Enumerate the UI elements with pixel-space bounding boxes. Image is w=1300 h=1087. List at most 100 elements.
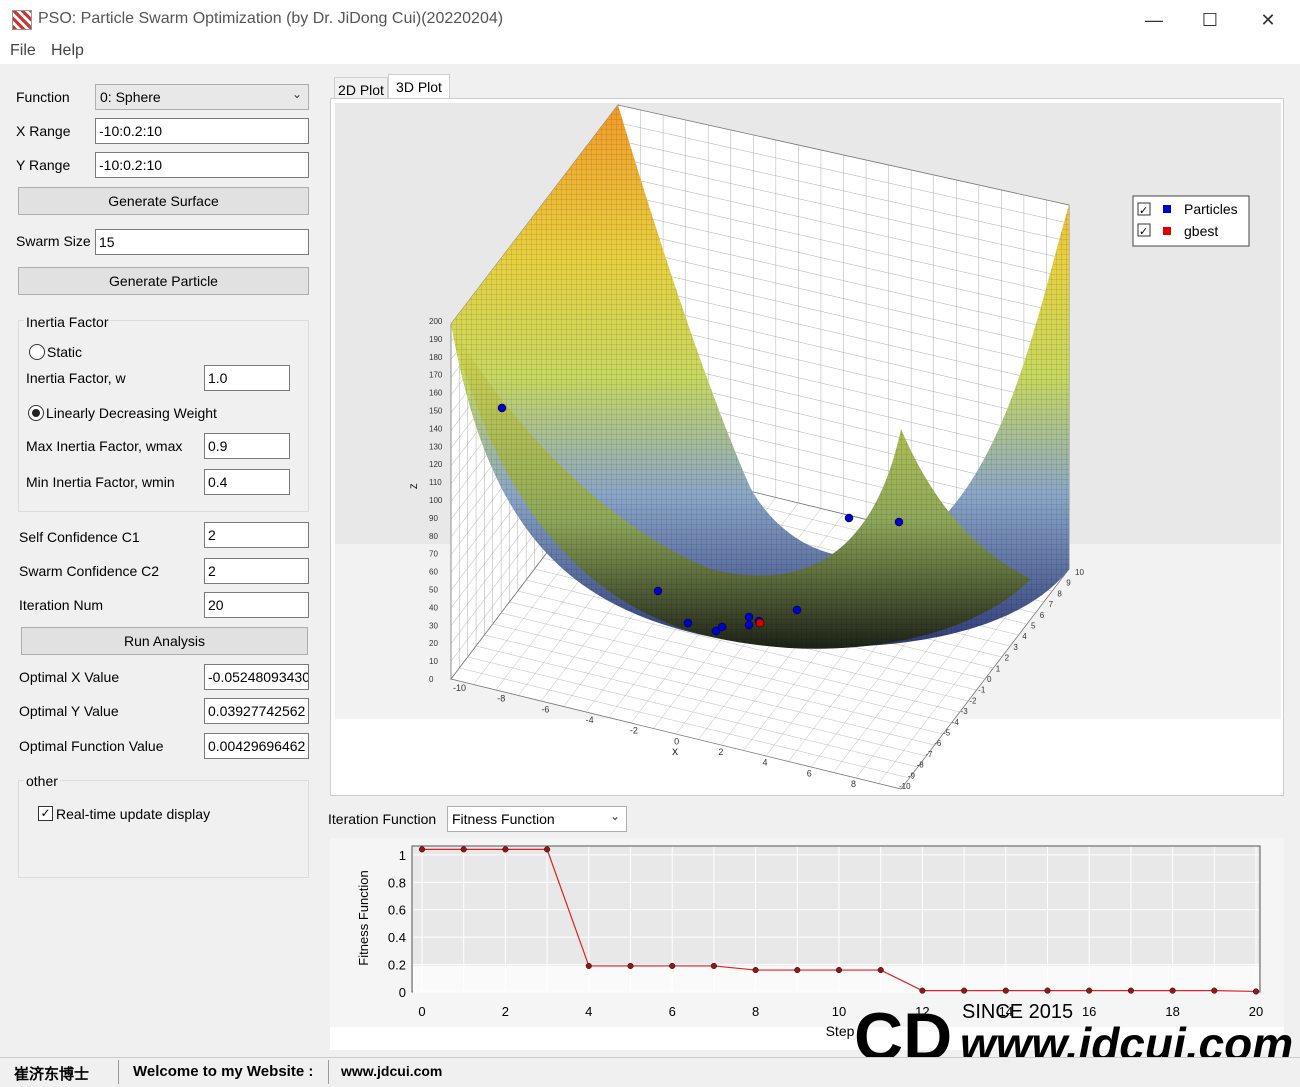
y-axis-label: Fitness Function [356, 870, 371, 965]
menu-bar: File Help [0, 40, 1300, 64]
z-tick-label: 40 [429, 603, 438, 612]
status-author-name: 崔济东博士 [14, 1066, 90, 1083]
particle-point [844, 513, 854, 523]
z-tick-label: 80 [429, 532, 438, 541]
fitness-point [669, 962, 676, 969]
optimal-x-output: -0.05248093430 [204, 664, 309, 690]
z-tick-label: 20 [429, 639, 438, 648]
yrange-label: Y Range [16, 157, 71, 173]
z-tick-label: 10 [429, 657, 438, 666]
plot-3d-panel: 0 10 20 30 40 50 60 70 80 90 100 110 120 130 140 150 160… [330, 98, 1284, 796]
title-bar: PSO: Particle Swarm Optimization (by Dr.… [0, 0, 1300, 40]
x-tick-label: -2 [630, 726, 638, 736]
y-tick-label: 3 [1013, 643, 1018, 652]
legend[interactable]: ✓ Particles ✓ gbest [1132, 195, 1250, 247]
y-tick-label: -10 [899, 782, 911, 791]
close-button[interactable]: ✕ [1248, 6, 1288, 34]
realtime-label: Real-time update display [56, 806, 211, 822]
z-tick-label: 50 [429, 586, 438, 595]
wmin-label: Min Inertia Factor, wmin [26, 474, 175, 490]
generate-surface-button[interactable]: Generate Surface [18, 187, 309, 215]
y-tick-label: -5 [943, 729, 951, 738]
y-tick-label: -6 [934, 739, 942, 748]
realtime-checkbox[interactable]: ✓ [38, 806, 53, 821]
particle-point [717, 622, 727, 632]
iteration-function-select[interactable]: Fitness Function ⌄ [447, 806, 627, 832]
static-radio[interactable] [29, 344, 45, 360]
particle-point [497, 403, 507, 413]
particle-point [653, 586, 663, 596]
x-tick-label: 6 [669, 1004, 676, 1019]
z-tick-label: 100 [429, 496, 443, 505]
optimal-y-output: 0.03927742562 [204, 698, 309, 724]
optimal-y-label: Optimal Y Value [19, 703, 119, 719]
swarm-size-label: Swarm Size [16, 233, 91, 249]
y-tick-label: 0.4 [388, 930, 406, 945]
y-tick-label: -2 [969, 696, 977, 705]
y-tick-label: 1 [996, 664, 1001, 673]
z-tick-label: 130 [429, 442, 443, 451]
status-website-link[interactable]: www.jdcui.com [341, 1063, 442, 1079]
particle-point [744, 612, 754, 622]
xrange-input[interactable]: -10:0.2:10 [95, 118, 309, 144]
x-tick-label: 2 [502, 1004, 509, 1019]
menu-file[interactable]: File [10, 42, 36, 60]
optimal-f-output: 0.00429696462 [204, 733, 309, 759]
iteration-function-label: Iteration Function [328, 811, 437, 827]
linear-decreasing-label: Linearly Decreasing Weight [46, 405, 217, 421]
fitness-point [752, 967, 759, 974]
function-select[interactable]: 0: Sphere ⌄ [95, 84, 309, 110]
particle-point [744, 620, 754, 630]
x-tick-label: -10 [453, 683, 466, 693]
c2-input[interactable]: 2 [204, 558, 309, 584]
y-tick-label: -9 [908, 771, 916, 780]
generate-particle-button[interactable]: Generate Particle [18, 267, 309, 295]
swarm-size-input[interactable]: 15 [95, 229, 309, 255]
other-group-title: other [24, 773, 60, 789]
linear-decreasing-radio[interactable] [28, 405, 44, 421]
wmax-input[interactable]: 0.9 [204, 433, 290, 459]
fitness-point [877, 967, 884, 974]
legend-gbest-label: gbest [1184, 223, 1218, 239]
z-tick-label: 60 [429, 568, 438, 577]
fitness-point [627, 962, 634, 969]
inertia-w-label: Inertia Factor, w [26, 370, 126, 386]
iteration-function-value: Fitness Function [452, 811, 555, 827]
x-tick-label: 0 [674, 736, 679, 746]
check-icon: ✓ [1139, 205, 1148, 217]
y-tick-label: 5 [1031, 622, 1036, 631]
z-tick-label: 200 [429, 317, 443, 326]
y-tick-label: 0.8 [388, 875, 406, 890]
wmin-input[interactable]: 0.4 [204, 469, 290, 495]
iteration-num-input[interactable]: 20 [204, 592, 309, 618]
app-icon [12, 10, 32, 30]
wmax-label: Max Inertia Factor, wmax [26, 438, 183, 454]
fitness-point [544, 846, 551, 853]
legend-particles-label: Particles [1184, 201, 1238, 217]
legend-gbest-swatch [1163, 227, 1171, 235]
y-tick-label: -8 [917, 761, 925, 770]
x-tick-label: 6 [807, 768, 812, 778]
function-label: Function [16, 89, 70, 105]
status-separator [118, 1060, 119, 1084]
y-tick-label: 0.2 [388, 958, 406, 973]
minimize-button[interactable]: — [1134, 6, 1174, 34]
c1-input[interactable]: 2 [204, 522, 309, 548]
inertia-w-input[interactable]: 1.0 [204, 365, 290, 391]
y-tick-label: 0 [987, 675, 992, 684]
y-tick-label: 0.6 [388, 903, 406, 918]
fitness-point [710, 962, 717, 969]
run-analysis-button[interactable]: Run Analysis [21, 627, 308, 655]
z-tick-label: 190 [429, 335, 443, 344]
x-tick-label: 10 [832, 1004, 846, 1019]
legend-particles-swatch [1163, 205, 1171, 213]
maximize-button[interactable]: ☐ [1190, 6, 1230, 34]
menu-help[interactable]: Help [51, 42, 84, 60]
yrange-input[interactable]: -10:0.2:10 [95, 152, 309, 178]
watermark-logo-icon: CD [854, 999, 952, 1065]
z-axis-label: Z [409, 483, 419, 489]
y-tick-label: 2 [1005, 654, 1010, 663]
static-label: Static [47, 344, 83, 360]
z-tick-label: 70 [429, 550, 438, 559]
surface-plot[interactable]: 0102030405060708090100110120130140150160… [331, 99, 1285, 797]
